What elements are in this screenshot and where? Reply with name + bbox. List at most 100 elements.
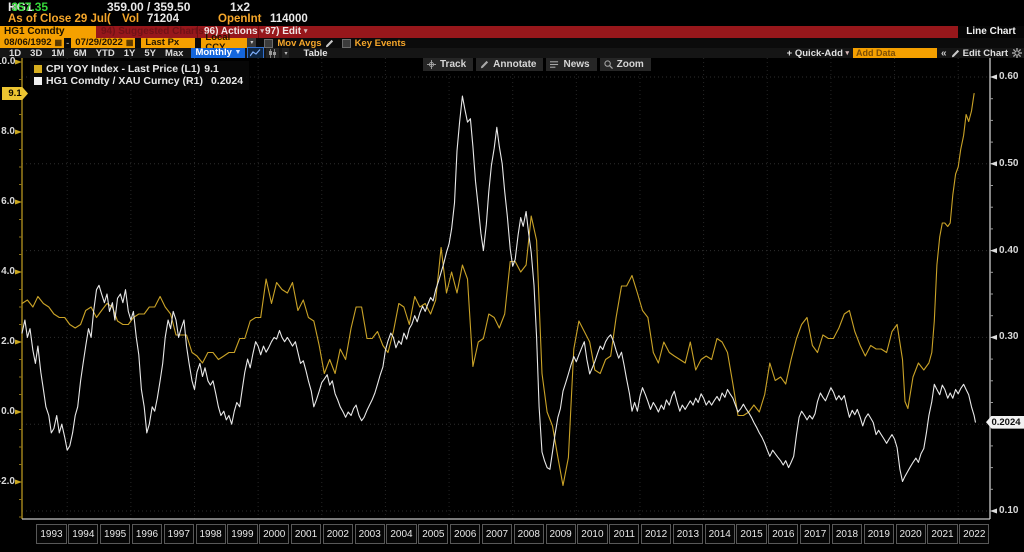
x-axis-year-cell: 2019 (863, 524, 894, 544)
annotate-button[interactable]: Annotate (476, 58, 544, 71)
x-axis-year-cell: 2011 (609, 524, 640, 544)
x-axis-year-cell: 2021 (927, 524, 958, 544)
range-button-5Y[interactable]: 5Y (144, 48, 156, 59)
track-button[interactable]: Track (423, 58, 474, 71)
pencil-icon[interactable] (325, 39, 334, 48)
x-axis-year-cell: 2012 (640, 524, 672, 544)
x-axis-year-cell: 2014 (704, 524, 735, 544)
gear-icon[interactable] (1012, 48, 1022, 58)
left-axis-tick-label: 2.0 (1, 336, 15, 347)
chart-legend: CPI YOY Index - Last Price (L1) 9.1 HG1 … (30, 61, 250, 90)
volume-value: 71204 (147, 13, 179, 25)
x-axis-year-cell: 2001 (290, 524, 322, 544)
add-data-input[interactable] (853, 48, 938, 58)
news-icon (550, 61, 559, 68)
left-axis-tick-label: 0.0 (1, 406, 15, 417)
line-chart-icon[interactable] (247, 47, 265, 59)
x-axis-year-cell: 1999 (227, 524, 258, 544)
right-axis-tick-label: 0.40 (999, 244, 1019, 256)
left-axis-tick-label: 4.0 (1, 266, 15, 277)
range-buttons: 1D 3D 1M 6M YTD 1Y 5Y Max (0, 48, 183, 59)
range-button-3D[interactable]: 3D (30, 48, 42, 59)
legend-label: CPI YOY Index - Last Price (L1) (46, 63, 201, 75)
edit-chart-button[interactable]: Edit Chart (951, 48, 1008, 59)
key-events-label[interactable]: Key Events (355, 38, 406, 49)
range-bar: 1D 3D 1M 6M YTD 1Y 5Y Max Monthly ▼ ▾ Table + Q… (0, 47, 1024, 59)
date-to-input[interactable]: 07/29/2022 ▦ (71, 38, 136, 48)
open-interest-label: OpenInt (218, 13, 262, 25)
legend-value: 9.1 (204, 63, 219, 75)
x-axis-year-cell: 2000 (259, 524, 290, 544)
legend-swatch-white (34, 77, 42, 85)
x-axis-year-cell: 2020 (895, 524, 926, 544)
calendar-icon: ▦ (54, 38, 63, 47)
legend-label: HG1 Comdty / XAU Curncy (R1) (46, 75, 203, 87)
x-axis-year-cell: 2004 (386, 524, 417, 544)
legend-value: 0.2024 (210, 75, 244, 87)
bid-ask: 359.00 / 359.50 (107, 0, 191, 14)
right-axis-tick-label: 0.10 (999, 505, 1019, 516)
settings-bar: 08/06/1992 ▦ - 07/29/2022 ▦ Last Px Local … (0, 33, 1024, 53)
x-axis-year-cell: 1997 (163, 524, 194, 544)
x-axis-year-cell: 1994 (68, 524, 99, 544)
candlestick-icon[interactable] (266, 48, 280, 58)
chart-area[interactable]: CPI YOY Index - Last Price (L1) 9.1 HG1 … (0, 56, 1024, 552)
left-axis-tick-label: 8.0 (1, 126, 15, 137)
range-button-Max[interactable]: Max (165, 48, 183, 59)
chevron-down-icon: ▼ (234, 49, 242, 56)
ticker-symbol: HG1 s 357.35 (8, 0, 49, 14)
range-button-1Y[interactable]: 1Y (124, 48, 136, 59)
x-axis-year-cell: 2003 (354, 524, 385, 544)
bid-ask-size: 1x2 (230, 0, 251, 14)
pencil-icon (951, 49, 959, 57)
left-axis-tick-label: -2.0 (0, 476, 15, 487)
range-button-1M[interactable]: 1M (51, 48, 64, 59)
news-button[interactable]: News (546, 58, 597, 71)
right-axis-tick-label: 0.50 (999, 157, 1019, 169)
chevron-down-icon: ▾ (845, 49, 850, 57)
magnifier-icon (604, 60, 613, 69)
x-axis-year-cell: 2017 (800, 524, 831, 544)
periodicity-select[interactable]: Monthly ▼ (191, 48, 246, 58)
quick-add-button[interactable]: + Quick-Add ▾ (787, 48, 849, 59)
right-toolbar: + Quick-Add ▾ « Edit Chart (787, 48, 1022, 59)
table-button[interactable]: Table (303, 48, 327, 59)
mov-avgs-checkbox[interactable] (264, 38, 274, 48)
x-axis-year-cell: 2007 (481, 524, 513, 544)
open-interest-value: 114000 (270, 13, 308, 25)
legend-item-hg1-xau[interactable]: HG1 Comdty / XAU Curncy (R1) 0.2024 (34, 75, 243, 87)
annotate-pencil-icon (481, 60, 489, 69)
x-axis-year-cell: 2009 (545, 524, 576, 544)
price-field-select[interactable]: Last Px (141, 38, 196, 48)
plot-canvas (15, 58, 997, 520)
currency-dropdown-button[interactable]: ▾ (247, 38, 257, 48)
x-axis-year-cell: 2018 (831, 524, 863, 544)
x-axis-year-cell: 2002 (322, 524, 353, 544)
right-axis-last-badge: 0.2024 (986, 415, 1024, 429)
x-axis-year-cell: 2005 (418, 524, 449, 544)
menu-edit[interactable]: 97) Edit ▾ (258, 26, 307, 38)
legend-item-cpi[interactable]: CPI YOY Index - Last Price (L1) 9.1 (34, 63, 243, 75)
x-axis-year-cell: 1998 (195, 524, 226, 544)
quote-line-1: HG1 s 357.35 359.00 / 359.50 1x2 (0, 0, 1024, 14)
chart-toolbar: Track Annotate News Zoom (423, 58, 651, 71)
crosshair-icon (427, 60, 436, 69)
x-axis-year-cell: 2022 (959, 524, 990, 544)
zoom-button[interactable]: Zoom (599, 58, 651, 71)
range-button-6M[interactable]: 6M (74, 48, 87, 59)
x-axis-year-cell: 2013 (672, 524, 703, 544)
date-from-input[interactable]: 08/06/1992 ▦ (0, 38, 65, 48)
more-options-button[interactable]: ▾ (282, 48, 290, 58)
collapse-button[interactable]: « (941, 48, 947, 59)
chart-type-label: Line Chart (958, 26, 1024, 38)
last-price: 357.35 (11, 0, 49, 14)
right-axis-tick-label: 0.60 (999, 71, 1019, 82)
x-axis-year-cell: 1996 (131, 524, 163, 544)
left-axis-tick-label: 6.0 (1, 196, 15, 207)
key-events-checkbox[interactable] (341, 38, 351, 48)
legend-swatch-yellow (34, 65, 42, 73)
x-axis-year-cell: 2006 (450, 524, 481, 544)
range-button-YTD[interactable]: YTD (96, 48, 115, 59)
chevron-down-icon: ▾ (303, 28, 308, 35)
right-axis-tick-label: 0.30 (999, 331, 1019, 343)
